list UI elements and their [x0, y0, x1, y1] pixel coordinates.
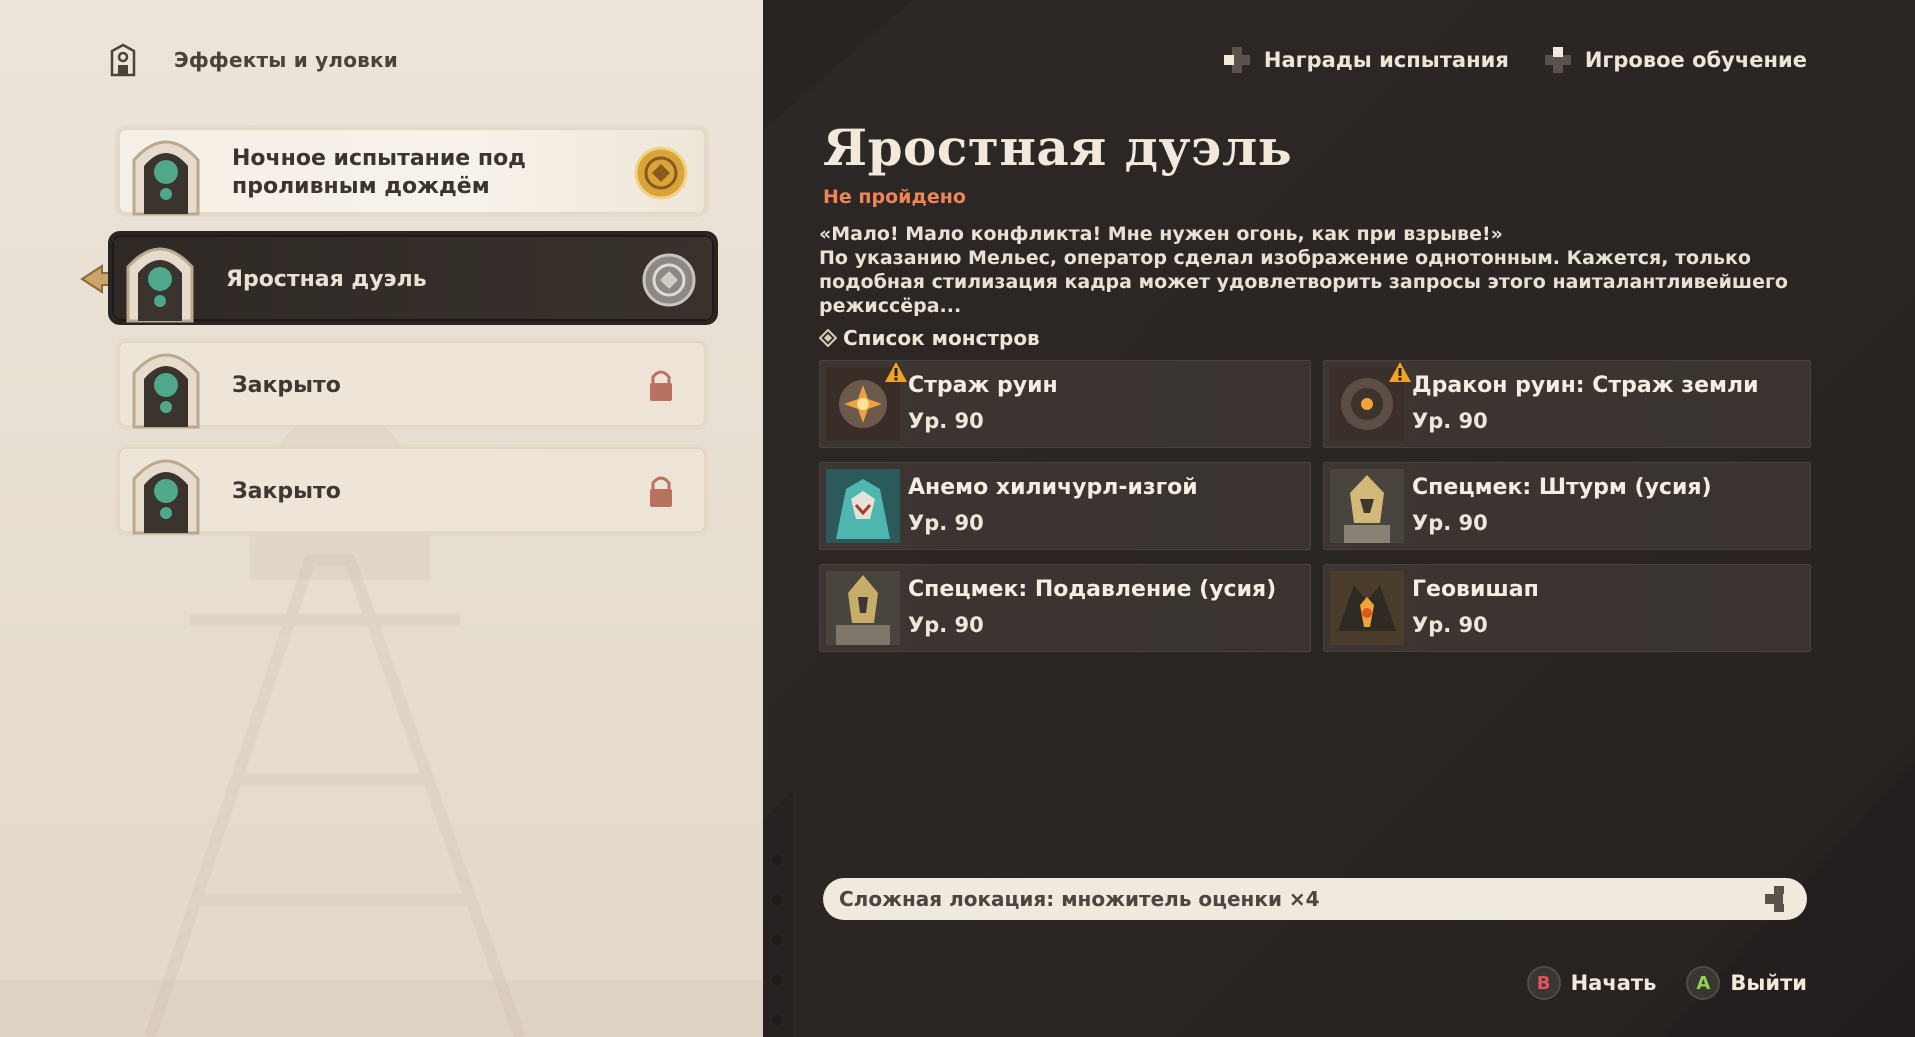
- level-card-3[interactable]: Закрыто: [118, 341, 706, 429]
- top-links: Награды испытания Игровое обучение: [1222, 40, 1807, 80]
- level-label: Ночное испытание под проливным дождём: [232, 146, 526, 199]
- anemo-hilichurl-portrait-icon: [826, 469, 900, 543]
- trial-rewards-label: Награды испытания: [1263, 48, 1509, 72]
- trial-gate-icon: [132, 459, 200, 535]
- monster-card[interactable]: Анемо хиличурл-изгой Ур. 90: [819, 462, 1311, 550]
- b-button-icon: B: [1526, 966, 1561, 1000]
- monster-list-header: Список монстров: [819, 326, 1040, 350]
- monster-card[interactable]: Страж руин Ур. 90: [819, 360, 1311, 448]
- monster-name: Спецмек: Подавление (усия): [908, 577, 1277, 602]
- dpad-right-icon: [1765, 886, 1793, 912]
- level-card-2[interactable]: Яростная дуэль: [112, 235, 714, 323]
- trial-gate-icon: [132, 140, 200, 216]
- level-card-1[interactable]: Ночное испытание под проливным дождём: [118, 128, 706, 216]
- monster-level: Ур. 90: [908, 613, 984, 637]
- dpad-left-icon: [1223, 47, 1250, 73]
- level-label: Закрыто: [232, 373, 341, 398]
- monster-card[interactable]: Геовишап Ур. 90: [1323, 564, 1811, 652]
- silver-medal-icon: [642, 253, 696, 307]
- level-list-panel: Эффекты и уловки Ночное испытание под пр…: [0, 0, 763, 1037]
- monster-list-title: Список монстров: [843, 326, 1040, 350]
- monster-level: Ур. 90: [908, 511, 984, 535]
- start-label: Начать: [1570, 971, 1657, 995]
- bottom-actions: B Начать A Выйти: [1526, 966, 1807, 1000]
- a-button-icon: A: [1686, 966, 1721, 1000]
- monster-card[interactable]: Спецмек: Подавление (усия) Ур. 90: [819, 564, 1311, 652]
- trial-description: «Мало! Мало конфликта! Мне нужен огонь, …: [819, 223, 1788, 317]
- monster-grid: Страж руин Ур. 90 Дракон руин: Страж зем…: [819, 360, 1811, 652]
- trial-gate-icon: [126, 247, 194, 323]
- warning-icon: [885, 362, 907, 382]
- tutorial-label: Игровое обучение: [1584, 48, 1807, 72]
- exit-label: Выйти: [1730, 971, 1807, 995]
- monster-card[interactable]: Спецмек: Штурм (усия) Ур. 90: [1323, 462, 1811, 550]
- effects-header[interactable]: Эффекты и уловки: [108, 40, 398, 80]
- monster-name: Анемо хиличурл-изгой: [908, 475, 1198, 500]
- difficulty-bar[interactable]: Сложная локация: множитель оценки ×4: [823, 878, 1807, 920]
- start-button[interactable]: B Начать: [1526, 966, 1657, 1000]
- difficulty-text: Сложная локация: множитель оценки ×4: [839, 887, 1320, 911]
- trial-status: Не пройдено: [823, 186, 966, 208]
- monster-name: Страж руин: [908, 373, 1058, 398]
- trial-detail-panel: Награды испытания Игровое обучение Ярост…: [763, 0, 1915, 1037]
- monster-name: Дракон руин: Страж земли: [1412, 373, 1759, 398]
- tower-icon: [110, 43, 136, 77]
- assault-specialist-portrait-icon: [1330, 469, 1404, 543]
- gold-medal-icon: [634, 146, 688, 200]
- tutorial-link[interactable]: Игровое обучение: [1543, 45, 1807, 75]
- monster-name: Спецмек: Штурм (усия): [1412, 475, 1712, 500]
- monster-level: Ур. 90: [1412, 511, 1488, 535]
- dpad-up-icon: [1544, 47, 1571, 73]
- suppression-specialist-portrait-icon: [826, 571, 900, 645]
- monster-level: Ур. 90: [1412, 409, 1488, 433]
- trial-rewards-link[interactable]: Награды испытания: [1222, 45, 1509, 75]
- trial-gate-icon: [132, 353, 200, 429]
- monster-name: Геовишап: [1412, 577, 1539, 602]
- lock-icon: [650, 370, 672, 401]
- level-card-4[interactable]: Закрыто: [118, 447, 706, 535]
- lock-icon: [650, 476, 672, 507]
- geovishap-portrait-icon: [1330, 571, 1404, 645]
- monster-level: Ур. 90: [1412, 613, 1488, 637]
- monster-card[interactable]: Дракон руин: Страж земли Ур. 90: [1323, 360, 1811, 448]
- level-label: Яростная дуэль: [226, 267, 427, 292]
- trial-title: Яростная дуэль: [823, 118, 1293, 177]
- effects-header-label: Эффекты и уловки: [174, 48, 398, 72]
- warning-icon: [1389, 362, 1411, 382]
- exit-button[interactable]: A Выйти: [1686, 966, 1807, 1000]
- diamond-bullet-icon: [819, 329, 837, 347]
- level-label: Закрыто: [232, 479, 341, 504]
- monster-level: Ур. 90: [908, 409, 984, 433]
